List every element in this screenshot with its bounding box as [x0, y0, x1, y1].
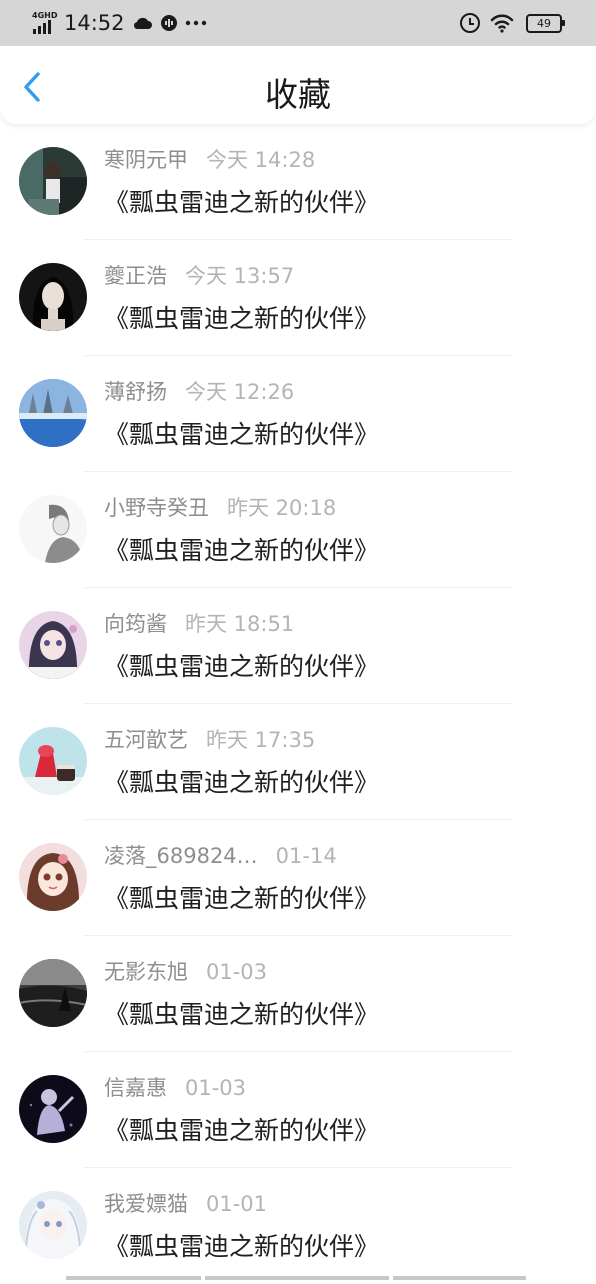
network-type: 4GHD: [32, 11, 58, 20]
timestamp: 昨天 17:35: [206, 728, 316, 752]
timestamp: 01-03: [185, 1076, 247, 1100]
list-item[interactable]: 薄舒扬 今天 12:26 《瓢虫雷迪之新的伙伴》: [0, 356, 596, 472]
record-icon: [160, 15, 177, 31]
post-title[interactable]: 《瓢虫雷迪之新的伙伴》: [104, 995, 379, 1031]
avatar[interactable]: [19, 611, 87, 679]
username[interactable]: 向筠酱: [104, 608, 167, 638]
list-item[interactable]: 信嘉惠 01-03 《瓢虫雷迪之新的伙伴》: [0, 1052, 596, 1168]
post-title[interactable]: 《瓢虫雷迪之新的伙伴》: [104, 531, 379, 567]
list-item[interactable]: 五河歆艺 昨天 17:35 《瓢虫雷迪之新的伙伴》: [0, 704, 596, 820]
username[interactable]: 我爱嫖猫: [104, 1188, 188, 1218]
username[interactable]: 凌落_689824…: [104, 840, 258, 870]
more-dots-icon: [185, 20, 206, 26]
post-title[interactable]: 《瓢虫雷迪之新的伙伴》: [104, 183, 379, 219]
avatar[interactable]: [19, 147, 87, 215]
avatar[interactable]: [19, 727, 87, 795]
timestamp: 今天 12:26: [185, 380, 295, 404]
header: 收藏: [0, 46, 596, 124]
post-title[interactable]: 《瓢虫雷迪之新的伙伴》: [104, 1111, 379, 1147]
list-item[interactable]: 无影东旭 01-03 《瓢虫雷迪之新的伙伴》: [0, 936, 596, 1052]
post-title[interactable]: 《瓢虫雷迪之新的伙伴》: [104, 299, 379, 335]
post-title[interactable]: 《瓢虫雷迪之新的伙伴》: [104, 763, 379, 799]
item-meta: 寒阴元甲 今天 14:28: [104, 144, 315, 174]
post-title[interactable]: 《瓢虫雷迪之新的伙伴》: [104, 647, 379, 683]
post-title[interactable]: 《瓢虫雷迪之新的伙伴》: [104, 879, 379, 915]
status-left: 4GHD 14:52: [32, 9, 207, 37]
avatar[interactable]: [19, 495, 87, 563]
battery-icon: 49: [526, 13, 565, 33]
favorites-list: 寒阴元甲 今天 14:28 《瓢虫雷迪之新的伙伴》 夔正浩 今天 13:57 《…: [0, 124, 596, 1284]
timestamp: 01-14: [275, 844, 337, 868]
list-item[interactable]: 小野寺癸丑 昨天 20:18 《瓢虫雷迪之新的伙伴》: [0, 472, 596, 588]
status-bar: 4GHD 14:52 49: [0, 0, 596, 46]
avatar[interactable]: [19, 1191, 87, 1259]
timestamp: 01-01: [206, 1192, 268, 1216]
signal-icon: 4GHD: [32, 11, 58, 35]
item-meta: 凌落_689824… 01-14: [104, 840, 337, 870]
username[interactable]: 五河歆艺: [104, 724, 188, 754]
avatar[interactable]: [19, 1075, 87, 1143]
timestamp: 昨天 18:51: [185, 612, 295, 636]
battery-level: 49: [537, 16, 551, 30]
item-meta: 信嘉惠 01-03: [104, 1072, 246, 1102]
page-title: 收藏: [265, 75, 331, 114]
alarm-icon: [460, 13, 480, 33]
item-meta: 薄舒扬 今天 12:26: [104, 376, 294, 406]
username[interactable]: 信嘉惠: [104, 1072, 167, 1102]
post-title[interactable]: 《瓢虫雷迪之新的伙伴》: [104, 415, 379, 451]
username[interactable]: 薄舒扬: [104, 376, 167, 406]
list-item[interactable]: 寒阴元甲 今天 14:28 《瓢虫雷迪之新的伙伴》: [0, 124, 596, 240]
timestamp: 今天 14:28: [206, 148, 316, 172]
list-item[interactable]: 向筠酱 昨天 18:51 《瓢虫雷迪之新的伙伴》: [0, 588, 596, 704]
item-meta: 夔正浩 今天 13:57: [104, 260, 294, 290]
timestamp: 今天 13:57: [185, 264, 295, 288]
status-time: 14:52: [64, 11, 125, 35]
cloud-icon: [133, 17, 152, 30]
bottom-scroll-indicator: [66, 1276, 530, 1280]
timestamp: 01-03: [206, 960, 268, 984]
wifi-icon: [490, 14, 514, 33]
avatar[interactable]: [19, 263, 87, 331]
username[interactable]: 夔正浩: [104, 260, 167, 290]
item-meta: 我爱嫖猫 01-01: [104, 1188, 267, 1218]
username[interactable]: 无影东旭: [104, 956, 188, 986]
item-meta: 无影东旭 01-03: [104, 956, 267, 986]
username[interactable]: 小野寺癸丑: [104, 492, 209, 522]
item-meta: 向筠酱 昨天 18:51: [104, 608, 294, 638]
username[interactable]: 寒阴元甲: [104, 144, 188, 174]
avatar[interactable]: [19, 379, 87, 447]
timestamp: 昨天 20:18: [227, 496, 337, 520]
list-item[interactable]: 凌落_689824… 01-14 《瓢虫雷迪之新的伙伴》: [0, 820, 596, 936]
avatar[interactable]: [19, 843, 87, 911]
post-title[interactable]: 《瓢虫雷迪之新的伙伴》: [104, 1227, 379, 1263]
item-meta: 五河歆艺 昨天 17:35: [104, 724, 315, 754]
list-item[interactable]: 夔正浩 今天 13:57 《瓢虫雷迪之新的伙伴》: [0, 240, 596, 356]
status-right: 49: [460, 10, 565, 36]
avatar[interactable]: [19, 959, 87, 1027]
list-item[interactable]: 我爱嫖猫 01-01 《瓢虫雷迪之新的伙伴》: [0, 1168, 596, 1284]
item-meta: 小野寺癸丑 昨天 20:18: [104, 492, 336, 522]
